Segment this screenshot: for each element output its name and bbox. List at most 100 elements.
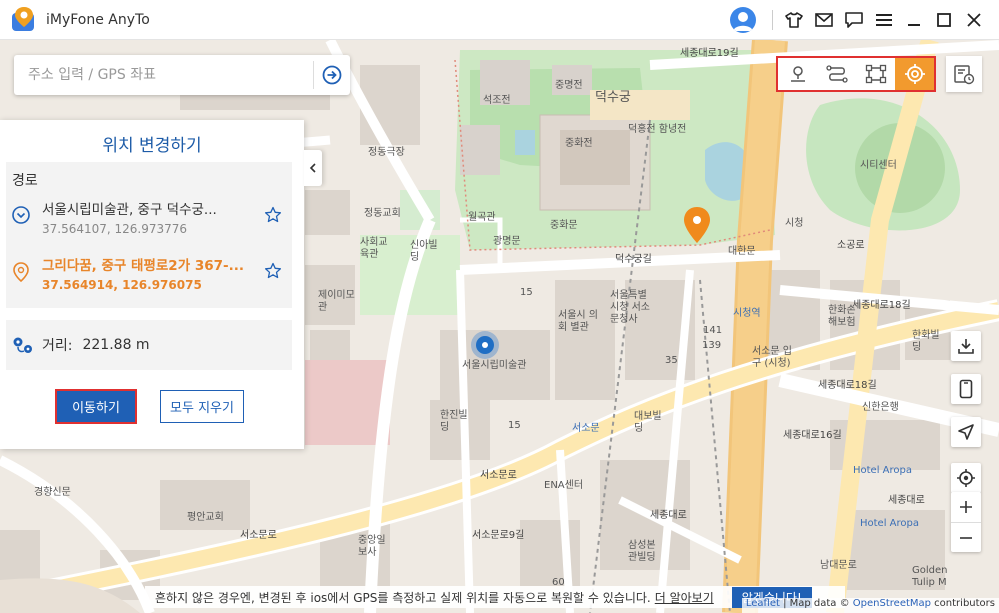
chat-icon[interactable] [839, 5, 869, 35]
location-change-panel: 위치 변경하기 경로 서울시립미술관, 중구 덕수궁... 37.564107,… [0, 120, 304, 449]
osm-link[interactable]: OpenStreetMap [853, 598, 931, 609]
origin-coords: 37.564107, 126.973776 [42, 222, 188, 236]
map-label-sisecenter: 시티센터 [860, 160, 897, 171]
map-label-junghwamun: 중화문 [550, 220, 578, 231]
history-clock-icon [954, 65, 975, 85]
minimize-icon[interactable] [899, 5, 929, 35]
route-box: 경로 서울시립미술관, 중구 덕수궁... 37.564107, 126.973… [6, 162, 292, 308]
history-button[interactable] [946, 56, 982, 92]
zoom-out-button[interactable] [951, 523, 981, 553]
destination-pin-icon[interactable] [683, 206, 711, 244]
map-label-sahoe: 사회교육관 [360, 237, 388, 260]
locate-me-button[interactable] [951, 463, 981, 493]
two-spot-route-icon [825, 65, 848, 83]
origin-chevron-circle-icon [12, 206, 30, 224]
two-spot-mode-button[interactable] [817, 58, 856, 90]
map-label-sogongro: 소공로 [837, 240, 865, 251]
map-label-jeongdong-theater: 정동극장 [368, 147, 405, 158]
map-label-sina: 신아빌딩 [410, 240, 438, 263]
search-input[interactable] [14, 56, 313, 94]
distance-box: 거리: 221.88 m [6, 320, 292, 370]
map-label-hanwha-tower: 한화손해보험 [828, 305, 856, 328]
map-label-wolgok: 월곡관 [468, 212, 496, 223]
map-label-jeongdong-church: 정동교회 [364, 208, 401, 219]
map-label-gwangmyeongmun: 광명문 [493, 236, 521, 247]
map-label-sejongdaero: 세종대로 [888, 495, 925, 506]
map-label-cityhall-station: 시청역 [733, 308, 761, 319]
map-label-samsung: 삼성본관빌딩 [628, 540, 656, 563]
map-label-sejongdaero-b: 세종대로 [650, 510, 687, 521]
minus-icon [960, 537, 972, 539]
zoom-in-button[interactable] [951, 492, 981, 522]
map-label-deoksugung: 덕수궁 [595, 90, 631, 105]
app-title: iMyFone AnyTo [46, 11, 150, 28]
origin-star-icon[interactable] [264, 206, 282, 228]
destination-coords: 37.564914, 126.976075 [42, 278, 202, 292]
multi-spot-mode-button[interactable] [856, 58, 895, 90]
notice-text: 흔하지 않은 경우엔, 변경된 후 ios에서 GPS를 측정하고 실제 위치를… [155, 590, 651, 605]
current-location-marker-icon[interactable] [470, 330, 500, 360]
collapse-panel-button[interactable] [304, 150, 322, 186]
map-label-deoksugung-gil: 덕수궁길 [615, 254, 652, 265]
attribution-contrib: contributors [931, 598, 995, 609]
import-gpx-button[interactable] [951, 331, 981, 361]
teleport-pin-icon [790, 66, 805, 82]
route-destination[interactable]: 그리다꿈, 중구 태평로2가 367-... 37.564914, 126.97… [6, 254, 292, 304]
crosshair-target-icon [904, 64, 925, 84]
joystick-mode-button[interactable] [895, 58, 934, 90]
map-label-daehanmun: 대한문 [728, 246, 756, 257]
clear-all-button[interactable]: 모두 지우기 [160, 390, 244, 423]
map-label-pyeongan-church: 평안교회 [187, 512, 224, 523]
map-label-sinhan-bank: 신한은행 [862, 402, 899, 413]
title-bar: iMyFone AnyTo [0, 0, 999, 40]
chevron-left-icon [309, 163, 316, 173]
distance-label: 거리: [42, 338, 73, 354]
leaflet-link[interactable]: Leaflet [746, 598, 780, 609]
map-label-hotel-aropa-b: Hotel Aropa [860, 518, 919, 529]
locate-crosshair-icon [957, 469, 975, 487]
learn-more-link[interactable]: 더 알아보기 [655, 589, 714, 606]
map-label-sejongdaero16: 세종대로16길 [783, 430, 842, 441]
navigation-arrow-icon [958, 424, 974, 440]
distance-route-icon [12, 334, 34, 356]
map-label-141: 141 [703, 325, 723, 336]
map-label-seosomun: 서소문 [572, 423, 600, 434]
mode-toolbar [776, 56, 936, 92]
map-label-seoul-council: 서울시 의회 별관 [558, 310, 598, 333]
map-label-hamnyeongjeon: 덕홍전 함녕전 [628, 124, 687, 135]
menu-icon[interactable] [869, 5, 899, 35]
plus-icon [960, 501, 972, 513]
navigate-button[interactable] [951, 417, 981, 447]
teleport-mode-button[interactable] [778, 58, 817, 90]
map-label-junmyeongjeon: 중명전 [555, 80, 583, 91]
destination-star-icon[interactable] [264, 262, 282, 284]
map-label-seosomunro-b: 서소문로 [240, 530, 277, 541]
panel-title: 위치 변경하기 [102, 136, 202, 156]
map-label-139: 139 [702, 340, 722, 351]
map-label-daebo: 대보빌딩 [634, 411, 662, 434]
map-label-jeilbank: 제이미모관 [318, 290, 355, 313]
gps-restore-notice: 흔하지 않은 경우엔, 변경된 후 ios에서 GPS를 측정하고 실제 위치를… [145, 586, 845, 608]
search-box [14, 55, 350, 95]
phone-icon [959, 379, 973, 399]
close-icon[interactable] [959, 5, 989, 35]
move-button[interactable]: 이동하기 [55, 389, 137, 424]
app-logo-icon [12, 6, 36, 33]
zoom-control [951, 492, 981, 552]
map-label-35: 35 [665, 355, 678, 366]
tshirt-icon[interactable] [779, 5, 809, 35]
map-label-seosomunro: 서소문로 [480, 470, 517, 481]
user-avatar-icon[interactable] [730, 7, 756, 33]
map-label-15: 15 [520, 287, 533, 298]
route-label: 경로 [12, 173, 38, 189]
map-label-museum: 서울시립미술관 [462, 360, 527, 371]
map-label-sicheong: 시청 [785, 218, 804, 229]
mail-icon[interactable] [809, 5, 839, 35]
search-go-button[interactable] [314, 56, 350, 94]
map-label-hotel-aropa: Hotel Aropa [853, 465, 912, 476]
device-button[interactable] [951, 374, 981, 404]
route-origin[interactable]: 서울시립미술관, 중구 덕수궁... 37.564107, 126.973776 [6, 198, 292, 248]
map-label-ena: ENA센터 [544, 480, 584, 491]
attribution-sep: | Map data © [779, 598, 853, 609]
maximize-icon[interactable] [929, 5, 959, 35]
